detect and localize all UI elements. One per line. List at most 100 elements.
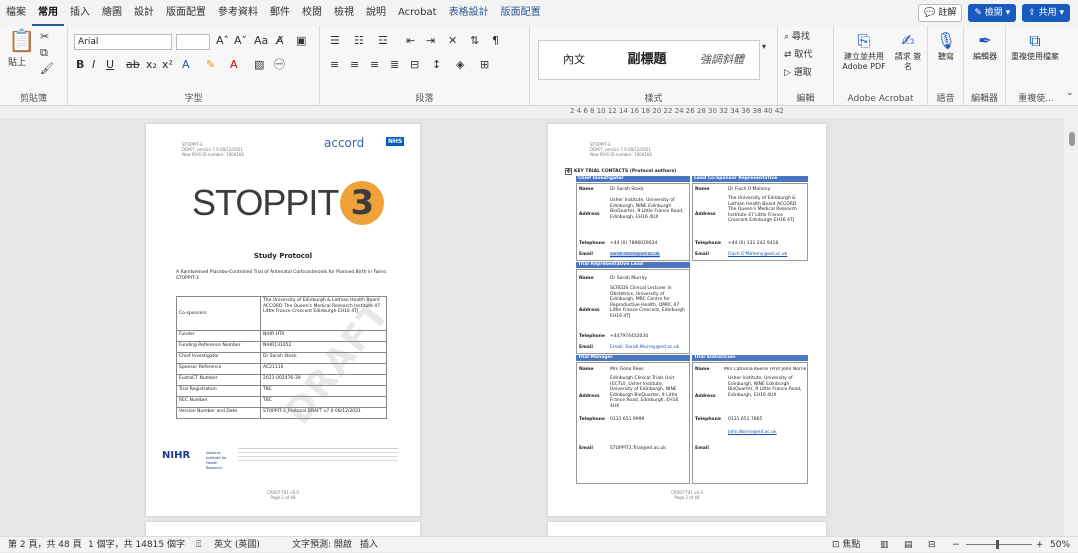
style-normal[interactable]: 內文 [539,41,609,79]
tm-email[interactable]: STOPPIT3.Trial@ed.ac.uk [610,446,666,452]
lcs-email-link[interactable]: Fiach.O'Mahony@ed.ac.uk [728,252,787,258]
strikethrough-icon[interactable]: ab [126,58,140,72]
dictate-button[interactable]: 🎙 聽寫 [930,30,962,62]
tab-acrobat[interactable]: Acrobat [392,0,443,26]
tab-mailings[interactable]: 郵件 [264,0,296,26]
reuse-files-button[interactable]: ⧉ 重複使用檔案 [1010,30,1060,62]
line-spacing-icon[interactable]: ↕ [432,58,441,72]
web-layout-icon[interactable]: ⊟ [928,537,936,553]
styles-more-icon[interactable]: ▾ [762,40,766,54]
justify-icon[interactable]: ≣ [390,58,399,72]
create-pdf-button[interactable]: ⎘ 建立並共用 Adobe PDF [838,30,890,72]
style-emphasis[interactable]: 強調斜體 [685,41,759,79]
collapse-ribbon-icon[interactable]: ⌄ [1066,86,1074,100]
numbering-icon[interactable]: ☷ [354,34,364,48]
change-case-icon[interactable]: Aa [254,34,268,48]
zoom-level[interactable]: 50% [1050,537,1070,553]
format-painter-icon[interactable]: 🖌 [40,62,54,76]
zoom-in-button[interactable]: + [1036,537,1044,553]
shrink-font-icon[interactable]: A˅ [234,34,247,48]
page-1[interactable]: STOPPIT-3 DRAFT version 7.0 08/12/2021 N… [146,124,420,516]
tab-draw[interactable]: 繪圖 [96,0,128,26]
shading-icon[interactable]: ◈ [456,58,464,72]
tab-home[interactable]: 常用 [32,0,64,26]
align-left-icon[interactable]: ≡ [330,58,339,72]
tab-table-design[interactable]: 表格設計 [443,0,495,26]
paste-label[interactable]: 貼上 [8,56,26,70]
tab-design[interactable]: 設計 [128,0,160,26]
sort-icon[interactable]: ⇅ [470,34,479,48]
tab-file[interactable]: 檔案 [0,0,32,26]
cut-icon[interactable]: ✂ [40,30,49,44]
enclose-char-icon[interactable]: ㊀ [274,58,285,72]
page-3[interactable] [146,522,420,536]
multilevel-list-icon[interactable]: ☲ [378,34,388,48]
proofing-icon[interactable]: ⍐ [196,537,201,553]
zoom-out-button[interactable]: − [952,537,960,553]
tab-view[interactable]: 檢視 [328,0,360,26]
ci-email-link[interactable]: sarah.stock@ed.ac.uk [610,252,660,258]
editing-mode-button[interactable]: ✎ 檢閱 ▾ [968,4,1017,22]
align-center-icon[interactable]: ≡ [350,58,359,72]
tab-help[interactable]: 說明 [360,0,392,26]
zoom-slider-thumb[interactable] [996,540,999,549]
ts-email-link[interactable]: John.Norrie@ed.ac.uk [728,430,777,436]
text-effects-icon[interactable]: A [182,58,190,72]
font-color-icon[interactable]: A [230,58,238,72]
request-sign-button[interactable]: ✍ 請求 簽名 [892,30,924,72]
document-canvas[interactable]: STOPPIT-3 DRAFT version 7.0 08/12/2021 N… [0,118,1064,536]
status-page[interactable]: 第 2 頁，共 48 頁 [8,537,82,553]
underline-icon[interactable]: U [106,58,114,72]
copy-icon[interactable]: ⧉ [40,46,48,60]
grow-font-icon[interactable]: A˄ [216,34,229,48]
p2-heading: KEY TRIAL CONTACTS (Protocol authors) [574,169,677,174]
replace-button[interactable]: ⇄ 取代 [784,48,812,62]
focus-mode-button[interactable]: ⊡ 焦點 [832,537,860,553]
font-name-select[interactable]: Arial [74,34,172,50]
accord-logo: accord [324,136,365,150]
status-language[interactable]: 英文 (英國) [214,537,260,553]
status-insert-mode[interactable]: 插入 [360,537,378,553]
style-subtitle[interactable]: 副標題 [609,41,685,79]
select-button[interactable]: ▷ 選取 [784,66,812,80]
editor-button[interactable]: ✒ 編輯器 [968,30,1002,62]
tab-table-layout[interactable]: 版面配置 [495,0,547,26]
read-mode-icon[interactable]: ▥ [880,537,889,553]
page-2[interactable]: STOPPIT-3 DRAFT version 7.0 08/12/2021 N… [548,124,826,516]
phonetic-icon[interactable]: ▣ [296,34,306,48]
comments-button[interactable]: 💬 註解 [918,4,963,22]
tab-insert[interactable]: 插入 [64,0,96,26]
scrollbar-thumb[interactable] [1069,132,1075,146]
subscript-icon[interactable]: x₂ [146,58,157,72]
borders-icon[interactable]: ⊞ [480,58,489,72]
share-button[interactable]: ⇪ 共用 ▾ [1022,4,1070,22]
status-text-prediction[interactable]: 文字預測: 開啟 [292,537,352,553]
highlight-icon[interactable]: ✎ [206,58,215,72]
tab-review[interactable]: 校閱 [296,0,328,26]
distributed-icon[interactable]: ⊟ [410,58,419,72]
zoom-slider[interactable] [966,544,1032,545]
paste-icon[interactable]: 📋 [8,30,35,54]
print-layout-icon[interactable]: ▤ [904,537,913,553]
tab-layout[interactable]: 版面配置 [160,0,212,26]
show-marks-icon[interactable]: ¶ [492,34,499,48]
chinese-layout-icon[interactable]: ✕ [448,34,457,48]
char-shading-icon[interactable]: ▧ [254,58,264,72]
bold-icon[interactable]: B [76,58,84,72]
font-size-select[interactable] [176,34,210,50]
superscript-icon[interactable]: x² [162,58,173,72]
status-words[interactable]: 1 個字，共 14815 個字 [88,537,185,553]
horizontal-ruler[interactable]: 2 4 6 8 10 12 14 16 18 20 22 24 26 28 30… [0,106,1078,118]
italic-icon[interactable]: I [92,58,95,72]
trl-email[interactable]: Email: Sarah.Murray@ed.ac.uk [610,345,679,351]
tab-references[interactable]: 參考資料 [212,0,264,26]
clear-format-icon[interactable]: A̸ [276,34,284,48]
vertical-scrollbar[interactable] [1064,118,1078,536]
bullets-icon[interactable]: ☰ [330,34,340,48]
find-button[interactable]: ⌕ 尋找 [784,30,810,44]
decrease-indent-icon[interactable]: ⇤ [406,34,415,48]
align-right-icon[interactable]: ≡ [370,58,379,72]
increase-indent-icon[interactable]: ⇥ [426,34,435,48]
table-move-handle-icon[interactable]: ✥ [565,168,572,175]
page-4[interactable] [548,522,826,536]
